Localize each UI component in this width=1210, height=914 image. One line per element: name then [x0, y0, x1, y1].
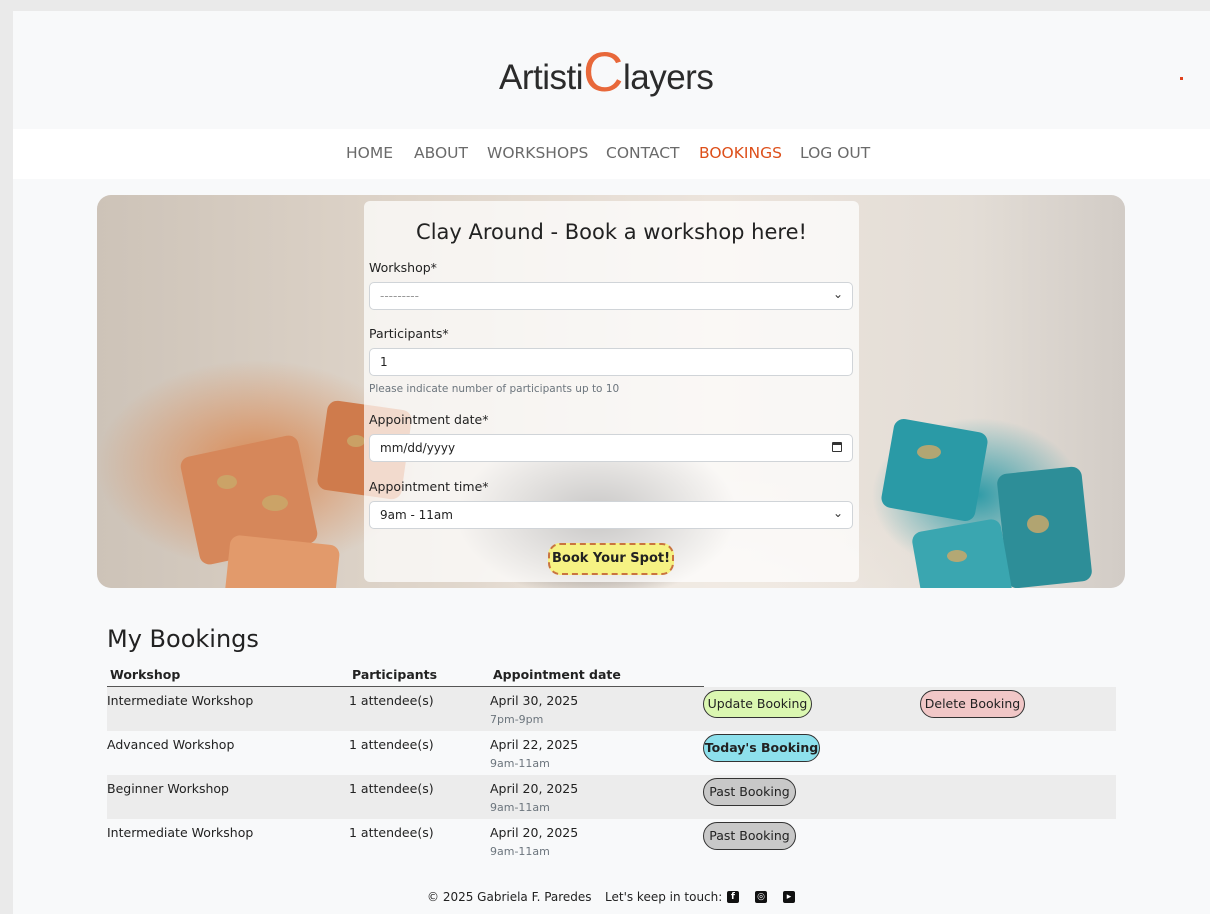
chevron-down-icon: ⌄: [832, 506, 843, 520]
workshop-cell: Intermediate Workshop: [107, 825, 254, 840]
past-booking-button[interactable]: Past Booking: [703, 778, 796, 806]
date-cell: April 20, 2025: [490, 781, 579, 796]
date-label: Appointment date*: [369, 412, 489, 427]
gold-fleck: [917, 445, 941, 459]
gold-fleck: [262, 495, 288, 511]
nav-bookings[interactable]: BOOKINGS: [699, 144, 782, 162]
table-row: Beginner Workshop 1 attendee(s) April 20…: [107, 775, 1116, 819]
header-participants: Participants: [352, 667, 438, 682]
past-booking-button[interactable]: Past Booking: [703, 822, 796, 850]
participants-label: Participants*: [369, 326, 449, 341]
instagram-icon[interactable]: ◎: [755, 891, 767, 903]
page: ArtistiClayers HOME ABOUT WORKSHOPS CONT…: [13, 11, 1210, 914]
nav-contact[interactable]: CONTACT: [606, 144, 680, 162]
book-your-spot-button[interactable]: Book Your Spot!: [548, 543, 674, 575]
my-bookings-title: My Bookings: [107, 625, 259, 653]
time-label: Appointment time*: [369, 479, 489, 494]
workshop-cell: Advanced Workshop: [107, 737, 235, 752]
clay-earring-teal: [879, 417, 990, 523]
time-select[interactable]: 9am - 11am ⌄: [369, 501, 853, 529]
date-cell: April 30, 2025: [490, 693, 579, 708]
date-placeholder: mm/dd/yyyy: [380, 441, 456, 455]
participants-cell: 1 attendee(s): [349, 825, 434, 840]
calendar-icon[interactable]: [832, 442, 842, 452]
gold-fleck: [217, 475, 237, 489]
logo-suffix: layers: [622, 58, 714, 97]
workshop-cell: Beginner Workshop: [107, 781, 229, 796]
footer-copyright: © 2025 Gabriela F. Paredes: [427, 890, 592, 904]
participants-input[interactable]: 1: [369, 348, 853, 376]
table-row: Intermediate Workshop 1 attendee(s) Apri…: [107, 819, 1116, 863]
participants-cell: 1 attendee(s): [349, 781, 434, 796]
clay-earring-orange: [223, 534, 341, 588]
nav-home[interactable]: HOME: [346, 144, 393, 162]
nav-workshops[interactable]: WORKSHOPS: [487, 144, 588, 162]
nav-about[interactable]: ABOUT: [414, 144, 468, 162]
time-cell: 9am-11am: [490, 801, 550, 814]
gold-fleck: [347, 435, 365, 447]
gold-fleck: [1027, 515, 1049, 533]
main-nav: HOME ABOUT WORKSHOPS CONTACT BOOKINGS LO…: [13, 129, 1210, 179]
table-row: Advanced Workshop 1 attendee(s) April 22…: [107, 731, 1116, 775]
header-appointment-date: Appointment date: [493, 667, 621, 682]
time-cell: 9am-11am: [490, 845, 550, 858]
time-cell: 7pm-9pm: [490, 713, 544, 726]
update-booking-button[interactable]: Update Booking: [703, 690, 812, 718]
table-row: Intermediate Workshop 1 attendee(s) Apri…: [107, 687, 1116, 731]
participants-value: 1: [380, 355, 388, 369]
form-title: Clay Around - Book a workshop here!: [416, 220, 807, 244]
date-cell: April 22, 2025: [490, 737, 579, 752]
gold-fleck: [947, 550, 967, 562]
todays-booking-button[interactable]: Today's Booking: [703, 734, 820, 762]
header: ArtistiClayers: [13, 11, 1210, 129]
time-cell: 9am-11am: [490, 757, 550, 770]
participants-help: Please indicate number of participants u…: [369, 383, 620, 395]
booking-form: Clay Around - Book a workshop here! Work…: [364, 201, 859, 582]
logo-c: C: [583, 40, 623, 103]
red-dot: [1180, 77, 1183, 80]
logo-prefix: Artisti: [499, 58, 584, 97]
date-input[interactable]: mm/dd/yyyy: [369, 434, 853, 462]
participants-cell: 1 attendee(s): [349, 693, 434, 708]
youtube-icon[interactable]: ▸: [783, 891, 795, 903]
chevron-down-icon: ⌄: [832, 287, 843, 301]
time-select-value: 9am - 11am: [380, 508, 453, 522]
date-cell: April 20, 2025: [490, 825, 579, 840]
facebook-icon[interactable]: f: [727, 891, 739, 903]
workshop-select-value: ---------: [380, 289, 419, 303]
workshop-cell: Intermediate Workshop: [107, 693, 254, 708]
participants-cell: 1 attendee(s): [349, 737, 434, 752]
footer-keep-in-touch: Let's keep in touch:: [605, 890, 723, 904]
workshop-label: Workshop*: [369, 260, 437, 275]
workshop-select[interactable]: --------- ⌄: [369, 282, 853, 310]
site-logo[interactable]: ArtistiClayers: [499, 37, 714, 103]
nav-logout[interactable]: LOG OUT: [800, 144, 870, 162]
header-workshop: Workshop: [110, 667, 181, 682]
delete-booking-button[interactable]: Delete Booking: [920, 690, 1025, 718]
